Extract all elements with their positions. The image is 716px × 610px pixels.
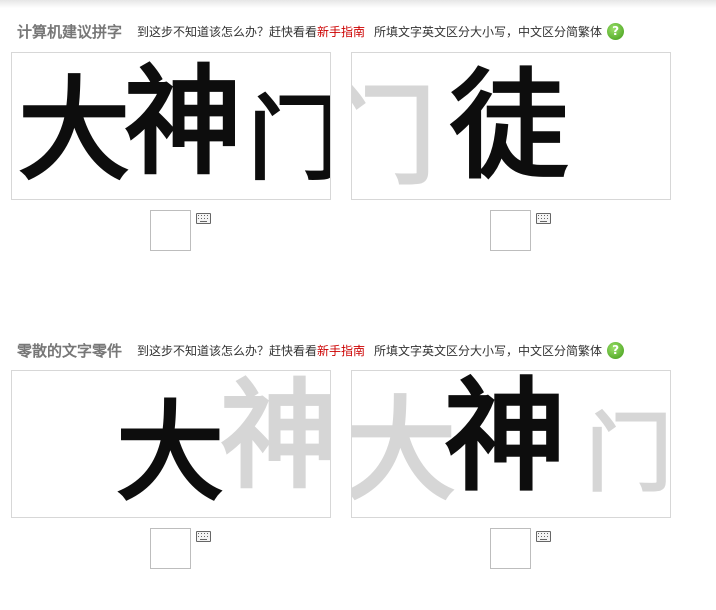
glyph-ghost: 门 <box>586 403 671 504</box>
keyboard-icon[interactable] <box>536 213 551 224</box>
glyph-ghost: 神 <box>220 370 331 505</box>
help-icon[interactable]: ? <box>607 22 625 40</box>
hint-prefix: 到这步不知道该怎么办？赶快看看 <box>137 24 318 39</box>
answer-input[interactable] <box>150 528 191 569</box>
glyph-char: 神 <box>124 52 243 191</box>
answer-input[interactable] <box>150 210 191 251</box>
character-card-3[interactable]: 神 大 <box>11 370 331 518</box>
section-header-suggested: 计算机建议拼字 到这步不知道该怎么办？赶快看看新手指南 所填文字英文区分大小写，… <box>17 20 625 42</box>
answer-input[interactable] <box>490 210 531 251</box>
glyph-char: 徒 <box>450 56 569 195</box>
keyboard-icon[interactable] <box>536 531 551 542</box>
beginner-guide-link[interactable]: 新手指南 <box>317 344 365 358</box>
glyph-char: 大 <box>116 390 225 516</box>
glyph-ghost: 门 <box>352 83 436 191</box>
section-title: 零散的文字零件 <box>17 341 123 360</box>
help-icon[interactable]: ? <box>607 341 625 359</box>
glyph-ghost: 大 <box>351 385 456 516</box>
keyboard-icon[interactable] <box>196 213 211 224</box>
character-card-1[interactable]: 大 神 门 <box>11 52 331 200</box>
beginner-guide-link[interactable]: 新手指南 <box>317 25 365 39</box>
case-sensitivity-note: 所填文字英文区分大小写，中文区分简繁体 <box>374 343 603 358</box>
glyph-char: 大 <box>18 65 130 196</box>
top-divider-shadow <box>0 0 716 8</box>
hint-text: 到这步不知道该怎么办？赶快看看新手指南 <box>137 23 365 40</box>
section-title: 计算机建议拼字 <box>17 22 123 41</box>
hint-text: 到这步不知道该怎么办？赶快看看新手指南 <box>137 342 365 359</box>
answer-input[interactable] <box>490 528 531 569</box>
hint-prefix: 到这步不知道该怎么办？赶快看看 <box>137 343 318 358</box>
case-sensitivity-note: 所填文字英文区分大小写，中文区分简繁体 <box>374 24 603 39</box>
section-header-fragments: 零散的文字零件 到这步不知道该怎么办？赶快看看新手指南 所填文字英文区分大小写，… <box>17 339 625 361</box>
glyph-char: 门 <box>248 85 331 193</box>
glyph-char: 神 <box>444 370 566 508</box>
character-card-2[interactable]: 门 徒 <box>351 52 671 200</box>
keyboard-icon[interactable] <box>196 531 211 542</box>
character-card-4[interactable]: 大 神 门 <box>351 370 671 518</box>
